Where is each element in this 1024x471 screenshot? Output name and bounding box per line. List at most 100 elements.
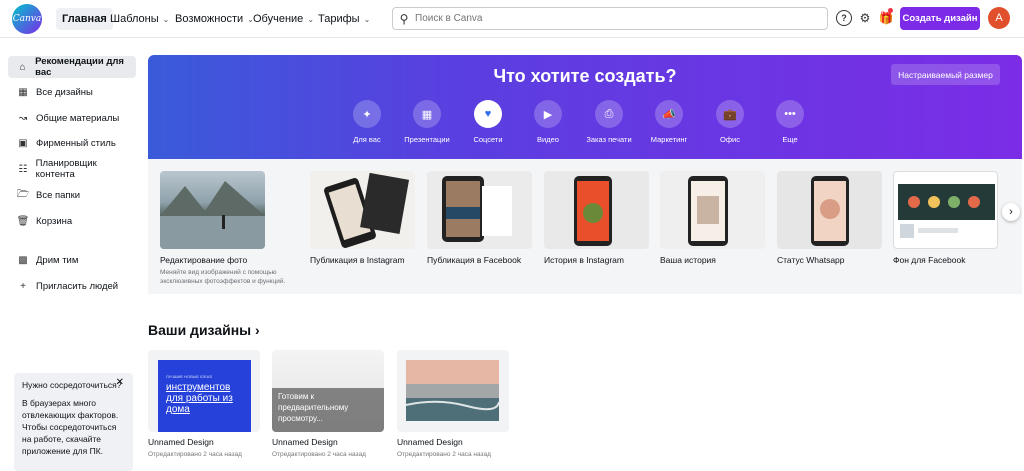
home-icon: ⌂	[19, 61, 26, 73]
template-thumbnail	[160, 171, 265, 249]
design-card[interactable]: Unnamed Design Отредактировано 2 часа на…	[397, 350, 509, 458]
category-label: Еще	[782, 135, 798, 144]
design-card[interactable]: ЛУЧШИЕ НОВЫЕ IDEAS инструментов для рабо…	[148, 350, 260, 458]
template-card[interactable]: Публикация в Instagram	[310, 171, 415, 265]
custom-size-button[interactable]: Настраиваемый размер	[891, 64, 1000, 85]
template-card[interactable]: Статус Whatsapp	[777, 171, 882, 265]
sparkle-icon: ✦	[353, 100, 381, 128]
design-card[interactable]: Готовим к предварительному просмотру... …	[272, 350, 384, 458]
avatar[interactable]: A	[988, 7, 1010, 29]
template-card[interactable]: История в Instagram	[544, 171, 649, 265]
sidebar-item-shared[interactable]: ↝ Общие материалы	[8, 107, 136, 129]
nav-templates[interactable]: Шаблоны ⌄	[104, 8, 175, 30]
presentation-icon: ▦	[413, 100, 441, 128]
share-icon: ↝	[18, 112, 28, 124]
sidebar-item-all-designs[interactable]: ▦ Все дизайны	[8, 81, 136, 103]
search-input[interactable]	[415, 13, 795, 24]
grid-icon: ▦	[18, 86, 28, 98]
category-presentations[interactable]: ▦ Презентации	[397, 100, 457, 144]
category-print[interactable]: ⎙ Заказ печати	[579, 100, 639, 144]
team-icon: ▩	[18, 254, 28, 266]
carousel-next-chevron-icon[interactable]: ›	[1002, 203, 1020, 221]
help-icon[interactable]: ?	[836, 10, 852, 26]
template-thumbnail	[777, 171, 882, 249]
facebook-cover-image	[898, 184, 995, 238]
close-icon[interactable]: ✕	[116, 377, 124, 389]
hero-banner: Что хотите создать? Настраиваемый размер…	[148, 55, 1022, 159]
template-card[interactable]: Редактирование фото Меняйте вид изображе…	[160, 171, 285, 286]
category-label: Заказ печати	[586, 135, 632, 144]
template-title: Фон для Facebook	[893, 255, 966, 265]
sidebar-item-trash[interactable]: 🗑 Корзина	[8, 210, 136, 232]
more-icon: •••	[776, 100, 804, 128]
folder-icon: 🗁	[16, 188, 30, 200]
template-description: Меняйте вид изображений с помощью эксклю…	[160, 269, 286, 285]
sidebar-item-label: Фирменный стиль	[36, 137, 116, 149]
design-preview-caption: ЛУЧШИЕ НОВЫЕ IDEAS	[166, 374, 213, 379]
search-icon: ⚲	[399, 11, 409, 26]
nav-learn-label: Обучение	[253, 13, 304, 25]
category-label: Соцсети	[473, 135, 503, 144]
category-label: Маркетинг	[650, 135, 688, 144]
top-bar: Canva Главная Шаблоны ⌄ Возможности ⌄ Обуч…	[0, 0, 1024, 38]
sidebar-item-team[interactable]: ▩ Дрим тим	[8, 249, 136, 271]
phone-mockup-image	[324, 172, 410, 248]
sidebar-item-planner[interactable]: ☷ Планировщик контента	[8, 158, 136, 180]
sidebar-item-label: Все дизайны	[36, 86, 93, 98]
heart-chat-icon: ♥	[474, 100, 502, 128]
focus-promo: Нужно сосредоточиться? ✕ В браузерах мно…	[14, 373, 133, 471]
sidebar-item-recommended[interactable]: ⌂ Рекомендации для вас	[8, 56, 136, 78]
search-box[interactable]: ⚲	[392, 7, 828, 30]
category-office[interactable]: 💼 Офис	[700, 100, 760, 144]
category-label: Презентации	[404, 135, 450, 144]
template-title: Ваша история	[660, 255, 716, 265]
sidebar-item-label: Дрим тим	[36, 254, 79, 266]
sidebar-item-label: Пригласить людей	[36, 280, 119, 292]
category-label: Офис	[720, 135, 740, 144]
sidebar-item-invite[interactable]: + Пригласить людей	[8, 275, 136, 297]
template-title: Публикация в Instagram	[310, 255, 405, 265]
printer-icon: ⎙	[595, 100, 623, 128]
category-social[interactable]: ♥ Соцсети	[458, 100, 518, 144]
template-card[interactable]: Фон для Facebook	[893, 171, 998, 265]
template-thumbnail	[310, 171, 415, 249]
create-design-button[interactable]: Создать дизайн	[900, 7, 980, 30]
nav-pricing[interactable]: Тарифы ⌄	[312, 8, 376, 30]
design-edited-time: Отредактировано 2 часа назад	[148, 451, 242, 458]
design-thumbnail: ЛУЧШИЕ НОВЫЕ IDEAS инструментов для рабо…	[148, 350, 260, 432]
nav-home-label: Главная	[62, 13, 107, 25]
nav-learn[interactable]: Обучение ⌄	[247, 8, 320, 30]
design-edited-time: Отредактировано 2 часа назад	[397, 451, 491, 458]
category-more[interactable]: ••• Еще	[760, 100, 820, 144]
design-thumbnail: Готовим к предварительному просмотру...	[272, 350, 384, 432]
canva-logo[interactable]: Canva	[12, 4, 42, 34]
template-thumbnail	[427, 171, 532, 249]
template-title: Публикация в Facebook	[427, 255, 522, 265]
video-icon: ▶	[534, 100, 562, 128]
template-card[interactable]: Ваша история	[660, 171, 765, 265]
sidebar-item-label: Общие материалы	[36, 112, 120, 124]
settings-gear-icon[interactable]: ⚙	[857, 10, 873, 26]
sidebar-item-brand[interactable]: ▣ Фирменный стиль	[8, 132, 136, 154]
template-card[interactable]: Публикация в Facebook	[427, 171, 532, 265]
nav-features-label: Возможности	[175, 13, 244, 25]
design-name: Unnamed Design	[397, 437, 463, 447]
template-thumbnail	[544, 171, 649, 249]
phone-mockup-image	[574, 176, 612, 246]
designs-section-title[interactable]: Ваши дизайны ›	[148, 322, 260, 338]
ocean-photo-image	[405, 360, 500, 421]
template-title: История в Instagram	[544, 255, 624, 265]
gift-icon[interactable]: 🎁	[878, 8, 894, 26]
calendar-icon: ☷	[18, 163, 28, 175]
category-for-you[interactable]: ✦ Для вас	[337, 100, 397, 144]
sidebar-item-folders[interactable]: 🗁 Все папки	[8, 184, 136, 206]
focus-body: В браузерах много отвлекающих факторов. …	[22, 398, 119, 456]
category-marketing[interactable]: 📣 Маркетинг	[639, 100, 699, 144]
category-video[interactable]: ▶ Видео	[518, 100, 578, 144]
briefcase-icon: 💼	[716, 100, 744, 128]
sidebar-item-label: Планировщик контента	[35, 158, 97, 180]
nav-templates-label: Шаблоны	[110, 13, 159, 25]
sidebar-item-label: Рекомендации для вас	[35, 56, 124, 78]
template-thumbnail	[893, 171, 998, 249]
mountain-lake-image	[160, 181, 265, 249]
